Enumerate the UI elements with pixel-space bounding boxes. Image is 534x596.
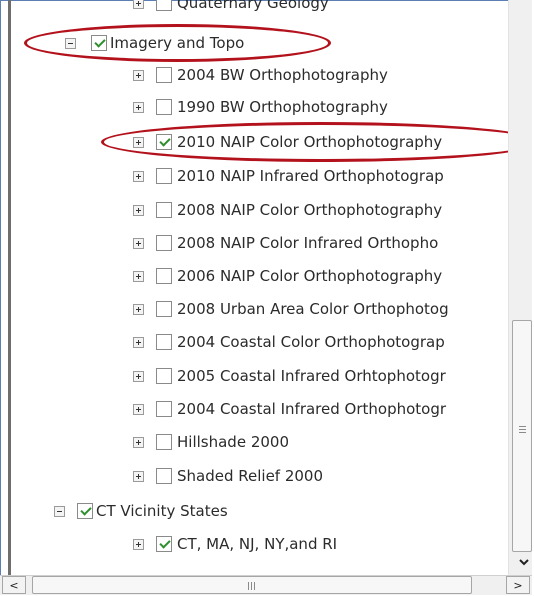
- expand-plus-icon[interactable]: [133, 370, 144, 382]
- layer-label: 1990 BW Orthophotography: [177, 98, 388, 116]
- layer-checkbox[interactable]: [156, 301, 172, 317]
- expand-plus-icon[interactable]: [133, 69, 144, 81]
- layer-checkbox[interactable]: [156, 99, 172, 115]
- expand-plus-icon[interactable]: [133, 237, 144, 249]
- tree-row-2008-naip-color[interactable]: 2008 NAIP Color Orthophotography: [133, 198, 442, 222]
- scroll-right-button[interactable]: >: [506, 576, 530, 594]
- layer-checkbox[interactable]: [91, 35, 107, 51]
- collapse-minus-icon[interactable]: [65, 37, 76, 49]
- thumb-grip-line: [248, 582, 249, 590]
- expand-plus-icon[interactable]: [133, 403, 144, 415]
- layer-label: 2010 NAIP Color Orthophotography: [177, 133, 443, 151]
- expand-plus-icon[interactable]: [133, 303, 144, 315]
- chevron-left-icon: <: [9, 578, 19, 592]
- tree-row-hillshade-2000[interactable]: Hillshade 2000: [133, 430, 289, 454]
- expand-plus-icon[interactable]: [133, 270, 144, 282]
- expand-plus-icon[interactable]: [133, 101, 144, 113]
- layer-checkbox[interactable]: [156, 268, 172, 284]
- layer-checkbox[interactable]: [156, 536, 172, 552]
- expand-plus-icon[interactable]: [133, 136, 144, 148]
- layer-tree: Quaternary Geology Imagery and Topo 2004…: [12, 0, 508, 575]
- scroll-down-button[interactable]: [516, 552, 532, 574]
- layer-label: CT Vicinity States: [96, 502, 228, 520]
- tree-row-quaternary-geology[interactable]: Quaternary Geology: [133, 0, 329, 15]
- layer-label: 2008 NAIP Color Orthophotography: [177, 201, 443, 219]
- scroll-left-button[interactable]: <: [2, 576, 26, 594]
- tree-row-2008-naip-color-infrared[interactable]: 2008 NAIP Color Infrared Orthopho: [133, 231, 438, 255]
- layer-checkbox[interactable]: [156, 468, 172, 484]
- layer-label: 2008 Urban Area Color Orthophotog: [177, 300, 449, 318]
- tree-row-2004-coastal-infrared[interactable]: 2004 Coastal Infrared Orthophotogr: [133, 397, 446, 421]
- tree-row-2006-naip-color[interactable]: 2006 NAIP Color Orthophotography: [133, 264, 442, 288]
- tree-row-2005-coastal-infrared[interactable]: 2005 Coastal Infrared Orhtophotogr: [133, 364, 446, 388]
- layer-label: 2004 BW Orthophotography: [177, 66, 388, 84]
- layer-label: Imagery and Topo: [110, 34, 245, 52]
- layer-label: 2008 NAIP Color Infrared Orthopho: [177, 234, 439, 252]
- layer-checkbox[interactable]: [156, 368, 172, 384]
- tree-row-ct-vicinity-states[interactable]: CT Vicinity States: [54, 499, 228, 523]
- layer-checkbox[interactable]: [156, 334, 172, 350]
- horizontal-scrollbar-thumb[interactable]: [32, 576, 472, 594]
- tree-row-2004-bw-ortho[interactable]: 2004 BW Orthophotography: [133, 63, 388, 87]
- layer-checkbox[interactable]: [77, 503, 93, 519]
- layer-checkbox[interactable]: [156, 168, 172, 184]
- tree-row-ct-ma-nj-ny-ri[interactable]: CT, MA, NJ, NY,and RI: [133, 532, 337, 556]
- layer-checkbox[interactable]: [156, 134, 172, 150]
- expand-plus-icon[interactable]: [133, 204, 144, 216]
- layer-label: 2004 Coastal Infrared Orthophotogr: [177, 400, 447, 418]
- layer-checkbox[interactable]: [156, 0, 172, 11]
- thumb-grip-line: [519, 432, 526, 433]
- expand-plus-icon[interactable]: [133, 0, 144, 9]
- layer-checkbox[interactable]: [156, 235, 172, 251]
- layer-label: Quaternary Geology: [177, 0, 329, 12]
- tree-row-shaded-relief-2000[interactable]: Shaded Relief 2000: [133, 464, 323, 488]
- layer-label: 2004 Coastal Color Orthophotograp: [177, 333, 445, 351]
- tree-row-2008-urban-area[interactable]: 2008 Urban Area Color Orthophotog: [133, 297, 449, 321]
- thumb-grip-line: [519, 429, 526, 430]
- chevron-down-icon: [519, 559, 529, 566]
- thumb-grip-line: [254, 582, 255, 590]
- expand-plus-icon[interactable]: [133, 470, 144, 482]
- expand-plus-icon[interactable]: [133, 336, 144, 348]
- layer-label: 2006 NAIP Color Orthophotography: [177, 267, 443, 285]
- layer-checkbox[interactable]: [156, 401, 172, 417]
- thumb-grip-line: [519, 426, 526, 427]
- vertical-scrollbar-thumb[interactable]: [512, 320, 532, 552]
- panel-left-divider: [8, 0, 11, 575]
- layer-label: Shaded Relief 2000: [177, 467, 324, 485]
- tree-row-imagery-and-topo[interactable]: Imagery and Topo: [65, 31, 244, 55]
- layer-checkbox[interactable]: [156, 434, 172, 450]
- expand-plus-icon[interactable]: [133, 170, 144, 182]
- layer-label: CT, MA, NJ, NY,and RI: [177, 535, 338, 553]
- layer-checkbox[interactable]: [156, 202, 172, 218]
- layer-label: 2005 Coastal Infrared Orhtophotogr: [177, 367, 446, 385]
- tree-row-2004-coastal-color[interactable]: 2004 Coastal Color Orthophotograp: [133, 330, 445, 354]
- expand-plus-icon[interactable]: [133, 538, 144, 550]
- tree-row-2010-naip-infrared[interactable]: 2010 NAIP Infrared Orthophotograp: [133, 164, 444, 188]
- collapse-minus-icon[interactable]: [54, 505, 65, 517]
- layer-checkbox[interactable]: [156, 67, 172, 83]
- tree-row-2010-naip-color[interactable]: 2010 NAIP Color Orthophotography: [133, 130, 442, 154]
- expand-plus-icon[interactable]: [133, 436, 144, 448]
- layer-label: Hillshade 2000: [177, 433, 289, 451]
- tree-row-1990-bw-ortho[interactable]: 1990 BW Orthophotography: [133, 95, 388, 119]
- thumb-grip-line: [251, 582, 252, 590]
- chevron-right-icon: >: [513, 578, 523, 592]
- layer-label: 2010 NAIP Infrared Orthophotograp: [177, 167, 444, 185]
